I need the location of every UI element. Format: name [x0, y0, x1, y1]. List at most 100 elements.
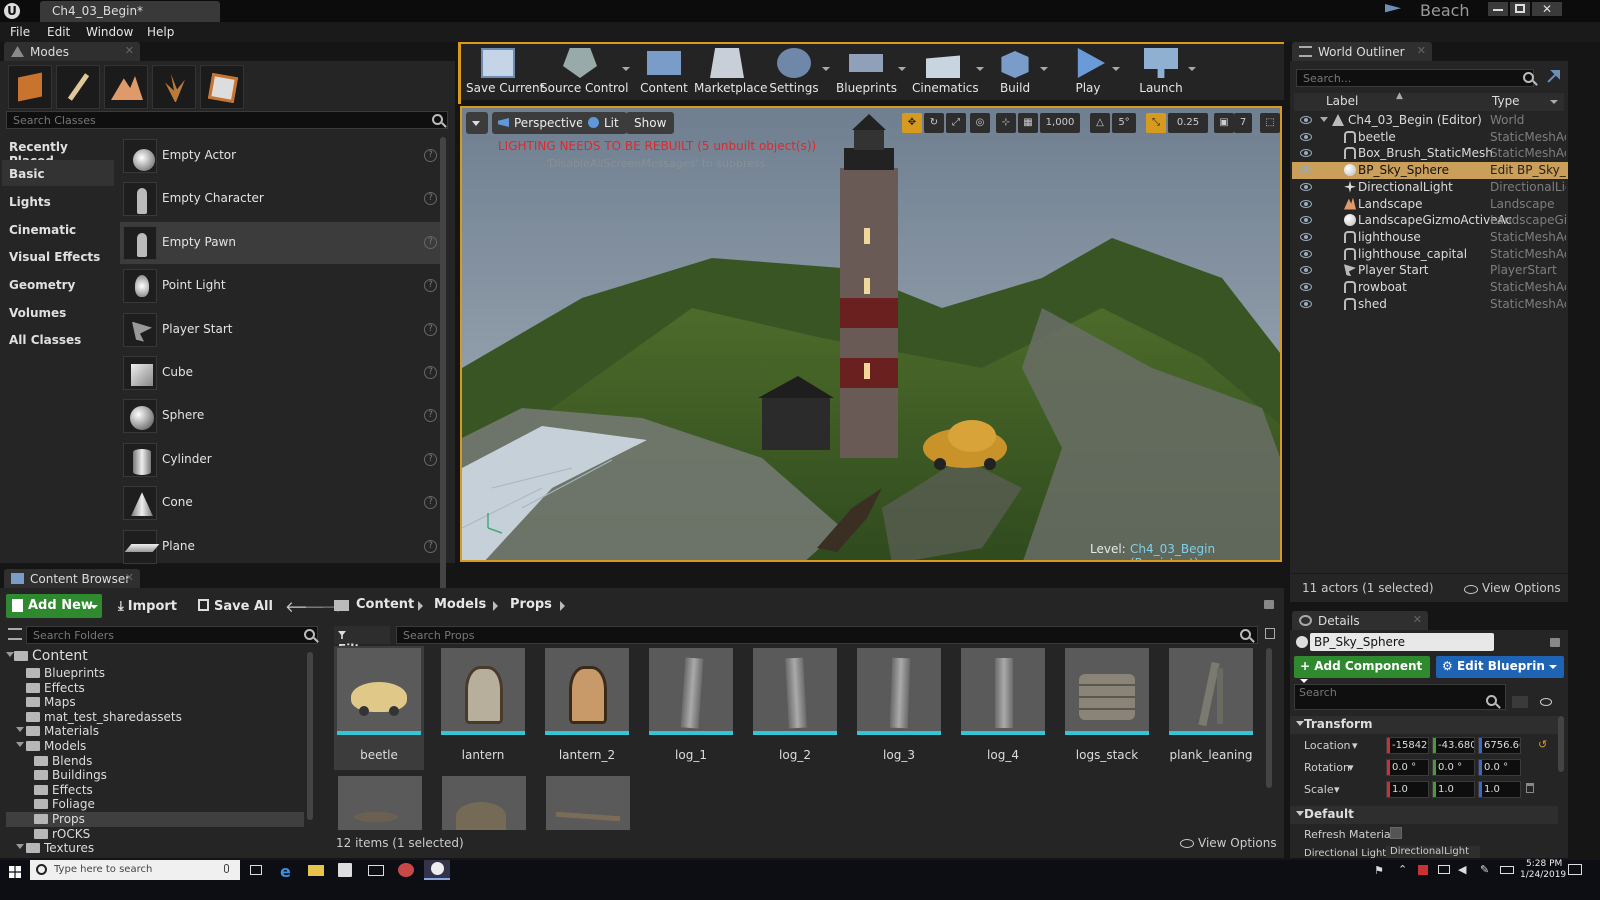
outliner-search-input[interactable]: Search... — [1296, 69, 1534, 87]
scale-z-field[interactable]: 1.0 — [1478, 781, 1521, 798]
file-explorer-icon[interactable] — [308, 865, 324, 876]
tray-network-icon[interactable] — [1438, 865, 1450, 874]
help-icon[interactable]: ? — [424, 192, 437, 206]
category-cinematic[interactable]: Cinematic — [2, 216, 114, 242]
scale-snap-icon[interactable]: ⤡ — [1146, 113, 1166, 133]
place-item-cone[interactable]: Cone? — [120, 482, 445, 524]
close-icon[interactable]: ✕ — [1413, 613, 1422, 626]
help-icon[interactable]: ? — [424, 366, 437, 379]
place-item-cylinder[interactable]: Cylinder? — [120, 439, 445, 481]
asset-plank_leaning[interactable]: plank_leaning — [1166, 646, 1256, 770]
rotation-snap-icon[interactable]: △ — [1090, 113, 1110, 133]
menu-file[interactable]: File — [10, 25, 30, 39]
maximize-button[interactable] — [1510, 2, 1530, 16]
help-icon[interactable]: ? — [424, 496, 437, 510]
outliner-row[interactable]: Landscape Landscape — [1292, 196, 1568, 213]
eye-icon[interactable] — [1464, 585, 1478, 594]
rotation-z-field[interactable]: 0.0 ° — [1478, 759, 1521, 776]
asset-thumb-plank[interactable] — [546, 776, 630, 830]
help-icon[interactable]: ? — [424, 322, 437, 336]
asset-logs_stack[interactable]: logs_stack — [1062, 646, 1152, 770]
rotation-x-field[interactable]: 0.0 ° — [1386, 759, 1429, 776]
details-tab[interactable]: Details ✕ — [1292, 611, 1428, 631]
visibility-eye-icon[interactable] — [1300, 249, 1312, 258]
transform-section-header[interactable]: Transform — [1290, 716, 1558, 734]
surface-snap-icon[interactable]: ⊹ — [996, 113, 1016, 133]
category-lights[interactable]: Lights — [2, 188, 114, 214]
visibility-eye-icon[interactable] — [1300, 266, 1312, 275]
document-tab[interactable]: Ch4_03_Begin* — [40, 1, 220, 22]
clock-time[interactable]: 5:28 PM — [1526, 859, 1562, 869]
place-item-player-start[interactable]: Player Start? — [120, 309, 445, 351]
camera-speed-value[interactable]: 7 — [1234, 113, 1252, 133]
visibility-eye-icon[interactable] — [1300, 299, 1312, 308]
category-basic[interactable]: Basic — [2, 160, 114, 186]
cinematics-dropdown-icon[interactable] — [976, 67, 984, 71]
folder-maps[interactable]: Maps — [26, 695, 76, 710]
type-dropdown-icon[interactable] — [1550, 100, 1558, 104]
place-item-point-light[interactable]: Point Light? — [120, 265, 445, 307]
folder-content[interactable]: Content — [14, 648, 88, 664]
settings-dropdown-icon[interactable] — [822, 67, 830, 71]
minimize-button[interactable] — [1488, 2, 1508, 16]
perspective-button[interactable]: Perspective — [492, 112, 592, 134]
search-props-input[interactable]: Search Props — [396, 626, 1258, 644]
search-folders-input[interactable]: Search Folders — [26, 626, 318, 644]
landscape-mode-icon[interactable] — [104, 65, 148, 109]
unreal-taskbar-icon[interactable] — [424, 860, 450, 880]
asset-thumb-rowboat[interactable] — [338, 776, 422, 830]
content-button[interactable]: Content — [640, 45, 688, 97]
close-button[interactable]: ✕ — [1532, 2, 1562, 16]
maximize-viewport-icon[interactable]: ⬚ — [1260, 113, 1280, 133]
sources-toggle-icon[interactable] — [8, 628, 22, 640]
expand-arrow-icon[interactable] — [16, 844, 24, 849]
outliner-row-type[interactable]: Edit BP_Sky_ — [1490, 163, 1566, 177]
outliner-row[interactable]: Player Start PlayerStart — [1292, 262, 1568, 279]
folder-props[interactable]: Props — [6, 812, 304, 827]
source-control-dropdown-icon[interactable] — [622, 67, 630, 71]
world-space-icon[interactable]: ◎ — [970, 113, 990, 133]
details-scrollbar[interactable] — [1558, 716, 1564, 772]
foliage-mode-icon[interactable] — [152, 65, 196, 109]
lock-icon[interactable] — [1264, 600, 1274, 609]
location-z-field[interactable]: 6756.66 — [1478, 737, 1521, 754]
column-type-header[interactable]: Type — [1492, 94, 1520, 108]
asset-beetle[interactable]: beetle — [334, 646, 424, 770]
filters-button[interactable]: Filters — [334, 626, 390, 656]
asset-log_3[interactable]: log_3 — [854, 646, 944, 770]
paint-mode-icon[interactable] — [56, 65, 100, 109]
play-button[interactable]: Play — [1066, 45, 1110, 97]
tray-security-icon[interactable] — [1418, 865, 1428, 875]
rotation-y-field[interactable]: 0.0 ° — [1432, 759, 1475, 776]
asset-thumb-rock[interactable] — [442, 776, 526, 830]
modes-tab[interactable]: Modes ✕ — [4, 42, 140, 62]
content-browser-tab[interactable]: Content Browser ✕ — [4, 569, 140, 589]
category-all-classes[interactable]: All Classes — [2, 326, 114, 352]
visibility-eye-icon[interactable] — [1300, 149, 1312, 158]
breadcrumb-chevron-icon[interactable] — [493, 601, 498, 611]
location-label[interactable]: Location — [1304, 739, 1351, 752]
translate-icon[interactable]: ✥ — [902, 113, 922, 133]
category-volumes[interactable]: Volumes — [2, 299, 114, 325]
scale-icon[interactable]: ⤢ — [946, 113, 966, 133]
asset-log_4[interactable]: log_4 — [958, 646, 1048, 770]
visibility-eye-icon[interactable] — [1300, 182, 1312, 191]
breadcrumb-chevron-icon[interactable] — [560, 601, 565, 611]
folder-blends[interactable]: Blends — [34, 754, 92, 769]
breadcrumb-models[interactable]: Models — [434, 597, 486, 612]
scale-snap-value[interactable]: 0.25 — [1168, 113, 1208, 133]
modes-scrollbar[interactable] — [440, 137, 446, 607]
place-item-cube[interactable]: Cube? — [120, 352, 445, 394]
visibility-eye-icon[interactable] — [1300, 232, 1312, 241]
close-icon[interactable]: ✕ — [1417, 44, 1426, 57]
add-new-button[interactable]: Add New — [6, 594, 102, 618]
folder-materials[interactable]: Materials — [26, 724, 99, 739]
refresh-material-checkbox[interactable] — [1390, 827, 1402, 839]
scale-dropdown-icon[interactable]: ▾ — [1334, 783, 1340, 796]
save-all-button[interactable]: Save All — [192, 596, 279, 618]
help-icon[interactable]: ? — [424, 279, 437, 293]
tray-keyboard-icon[interactable] — [1500, 866, 1514, 874]
help-icon[interactable]: ? — [424, 539, 437, 553]
tray-pen-icon[interactable]: ✎ — [1480, 863, 1489, 876]
search-classes-input[interactable]: Search Classes — [6, 111, 448, 129]
